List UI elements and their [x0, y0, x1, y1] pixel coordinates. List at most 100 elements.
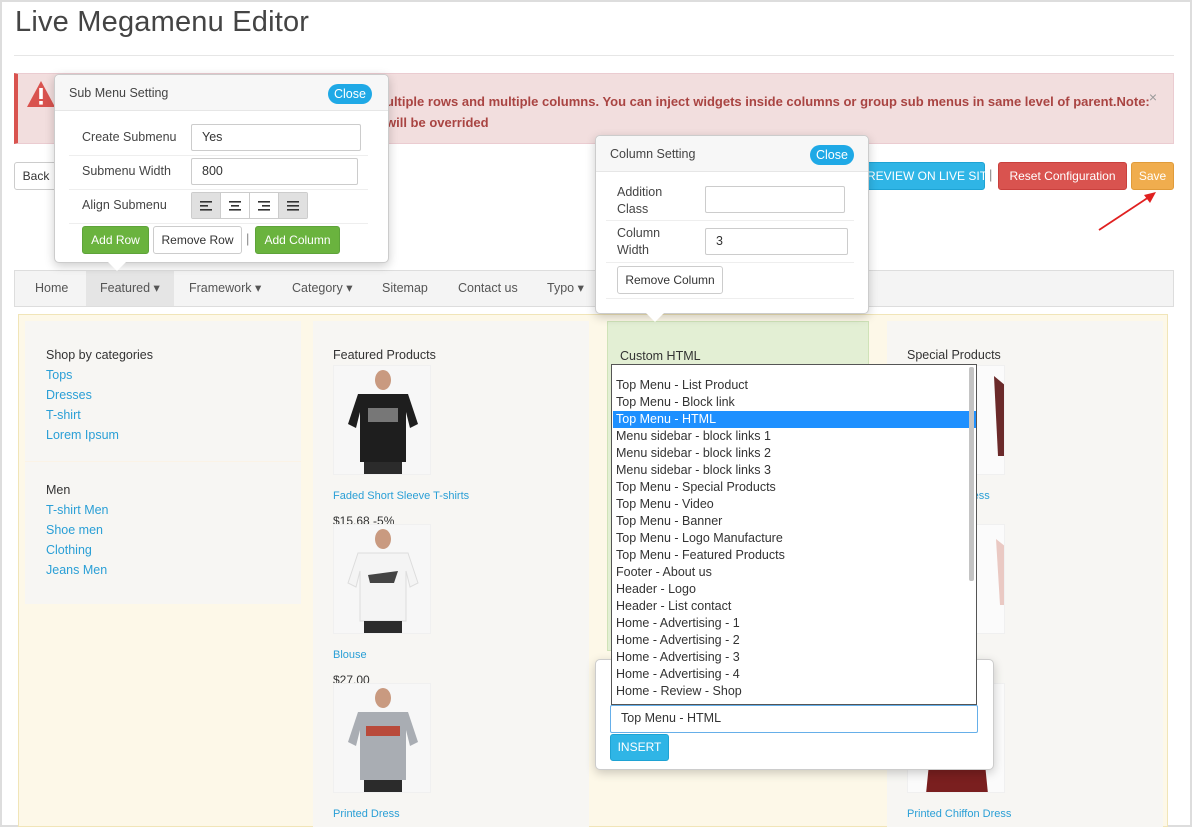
warning-icon	[26, 80, 56, 111]
insert-button[interactable]: INSERT	[610, 734, 669, 761]
nav-item-category[interactable]: Category ▾	[292, 271, 352, 306]
alert-line-1: ultiple rows and multiple columns. You c…	[386, 94, 1150, 109]
popover-header: Sub Menu Setting Close	[55, 75, 388, 111]
product-image-white-tshirt[interactable]	[333, 524, 431, 634]
widget-option[interactable]: Home - Advertising - 4	[613, 666, 968, 683]
link-clothing[interactable]: Clothing	[46, 543, 92, 557]
submenu-setting-popover: Sub Menu Setting Close Create Submenu Ye…	[54, 74, 389, 263]
row-divider	[606, 262, 854, 263]
widget-option[interactable]: Home - Review - Shop	[613, 683, 968, 700]
save-button[interactable]: Save	[1131, 162, 1174, 190]
add-column-button[interactable]: Add Column	[255, 226, 340, 254]
remove-row-button[interactable]: Remove Row	[153, 226, 242, 254]
widget-option[interactable]: Top Menu - Banner	[613, 513, 968, 530]
alert-close-icon[interactable]: ×	[1149, 89, 1157, 105]
popover-title: Sub Menu Setting	[69, 86, 169, 100]
title-divider	[14, 55, 1174, 56]
annotation-arrow-icon	[1098, 192, 1156, 231]
megamenu-dropdown: Shop by categories Tops Dresses T-shirt …	[18, 314, 1168, 827]
button-separator: |	[246, 231, 250, 246]
popover-pointer	[646, 313, 664, 322]
add-row-button[interactable]: Add Row	[82, 226, 149, 254]
close-button[interactable]: Close	[328, 84, 372, 104]
align-left-icon[interactable]	[192, 193, 221, 218]
column-width-label-2: Width	[617, 243, 649, 257]
group-title-men: Men	[46, 483, 71, 497]
link-jeans-men[interactable]: Jeans Men	[46, 563, 107, 577]
column-featured-products[interactable]: Featured Products Faded Short Sleeve T-s…	[313, 321, 589, 827]
link-tops[interactable]: Tops	[46, 368, 72, 382]
alert-message: ultiple rows and multiple columns. You c…	[386, 91, 1150, 133]
link-dresses[interactable]: Dresses	[46, 388, 92, 402]
submenu-width-label: Submenu Width	[82, 164, 171, 178]
row-divider	[69, 189, 368, 190]
widget-dropdown-list[interactable]: Top Menu - List Product Top Menu - Block…	[611, 364, 977, 705]
product-image-black-tshirt[interactable]	[333, 365, 431, 475]
widget-option[interactable]: Top Menu - Special Products	[613, 479, 968, 496]
featured-products-title: Featured Products	[333, 348, 436, 362]
widget-option[interactable]: Header - List contact	[613, 598, 968, 615]
widget-option[interactable]: Top Menu - Featured Products	[613, 547, 968, 564]
preview-live-site-button[interactable]: REVIEW ON LIVE SITE	[866, 162, 995, 190]
product-link-blouse[interactable]: Blouse	[333, 649, 367, 661]
toolbar-separator: |	[989, 167, 993, 182]
back-button[interactable]: Back	[14, 162, 58, 190]
row-divider	[69, 155, 368, 156]
widget-option[interactable]: Top Menu - Logo Manufacture	[613, 530, 968, 547]
nav-item-home[interactable]: Home	[35, 271, 68, 306]
popover-title: Column Setting	[610, 147, 696, 161]
column-setting-popover: Column Setting Close Addition Class Colu…	[595, 135, 869, 314]
alert-line-2: will be overrided	[386, 115, 489, 130]
custom-html-title: Custom HTML	[620, 349, 701, 363]
widget-option-selected[interactable]: Top Menu - HTML	[613, 411, 976, 428]
link-t-shirt[interactable]: T-shirt	[46, 408, 81, 422]
widget-select[interactable]: Top Menu - HTML	[610, 705, 978, 733]
nav-item-framework[interactable]: Framework ▾	[189, 271, 261, 306]
product-image-grey-tshirt[interactable]	[333, 683, 431, 793]
align-right-icon[interactable]	[250, 193, 279, 218]
align-justify-icon[interactable]	[279, 193, 307, 218]
row-divider	[606, 298, 854, 299]
column-width-input[interactable]: 3	[705, 228, 848, 255]
column-categories[interactable]: Shop by categories Tops Dresses T-shirt …	[25, 321, 301, 604]
addition-class-input[interactable]	[705, 186, 845, 213]
submenu-width-input[interactable]: 800	[191, 158, 358, 185]
row-divider	[606, 220, 854, 221]
addition-class-label-1: Addition	[617, 185, 663, 199]
remove-column-button[interactable]: Remove Column	[617, 266, 723, 294]
widget-option[interactable]: Header - Logo	[613, 581, 968, 598]
link-lorem-ipsum[interactable]: Lorem Ipsum	[46, 428, 119, 442]
special-products-title: Special Products	[907, 348, 1001, 362]
link-shoe-men[interactable]: Shoe men	[46, 523, 103, 537]
addition-class-label-2: Class	[617, 202, 649, 216]
create-submenu-select[interactable]: Yes	[191, 124, 361, 151]
nav-item-sitemap[interactable]: Sitemap	[382, 271, 428, 306]
widget-option[interactable]: Top Menu - List Product	[613, 377, 968, 394]
group-divider	[25, 461, 301, 462]
align-center-icon[interactable]	[221, 193, 250, 218]
row-divider	[69, 223, 368, 224]
product-link-printed-chiffon-dress[interactable]: Printed Chiffon Dress	[907, 808, 1011, 820]
widget-option[interactable]: Menu sidebar - block links 2	[613, 445, 968, 462]
widget-option[interactable]: Home - Advertising - 1	[613, 615, 968, 632]
product-link-printed-dress[interactable]: Printed Dress	[333, 808, 400, 820]
widget-option[interactable]: Top Menu - Block link	[613, 394, 968, 411]
link-t-shirt-men[interactable]: T-shirt Men	[46, 503, 109, 517]
nav-item-typo[interactable]: Typo ▾	[547, 271, 584, 306]
popover-pointer	[108, 262, 126, 271]
widget-option[interactable]: Top Menu - Video	[613, 496, 968, 513]
close-button[interactable]: Close	[810, 145, 854, 165]
column-width-label-1: Column	[617, 226, 661, 240]
megamenu-navbar: Home Featured ▾ Framework ▾ Category ▾ S…	[14, 270, 1174, 307]
widget-option[interactable]: Footer - About us	[613, 564, 968, 581]
widget-option[interactable]: Menu sidebar - block links 3	[613, 462, 968, 479]
nav-item-contact-us[interactable]: Contact us	[458, 271, 518, 306]
widget-option[interactable]: Home - Advertising - 3	[613, 649, 968, 666]
widget-option[interactable]: Home - Advertising - 2	[613, 632, 968, 649]
dropdown-scrollbar[interactable]	[969, 367, 974, 581]
widget-option[interactable]: Menu sidebar - block links 1	[613, 428, 968, 445]
product-link-faded-short-sleeve[interactable]: Faded Short Sleeve T-shirts	[333, 490, 469, 502]
nav-item-featured[interactable]: Featured ▾	[86, 271, 174, 306]
popover-header: Column Setting Close	[596, 136, 868, 172]
reset-configuration-button[interactable]: Reset Configuration	[998, 162, 1127, 190]
